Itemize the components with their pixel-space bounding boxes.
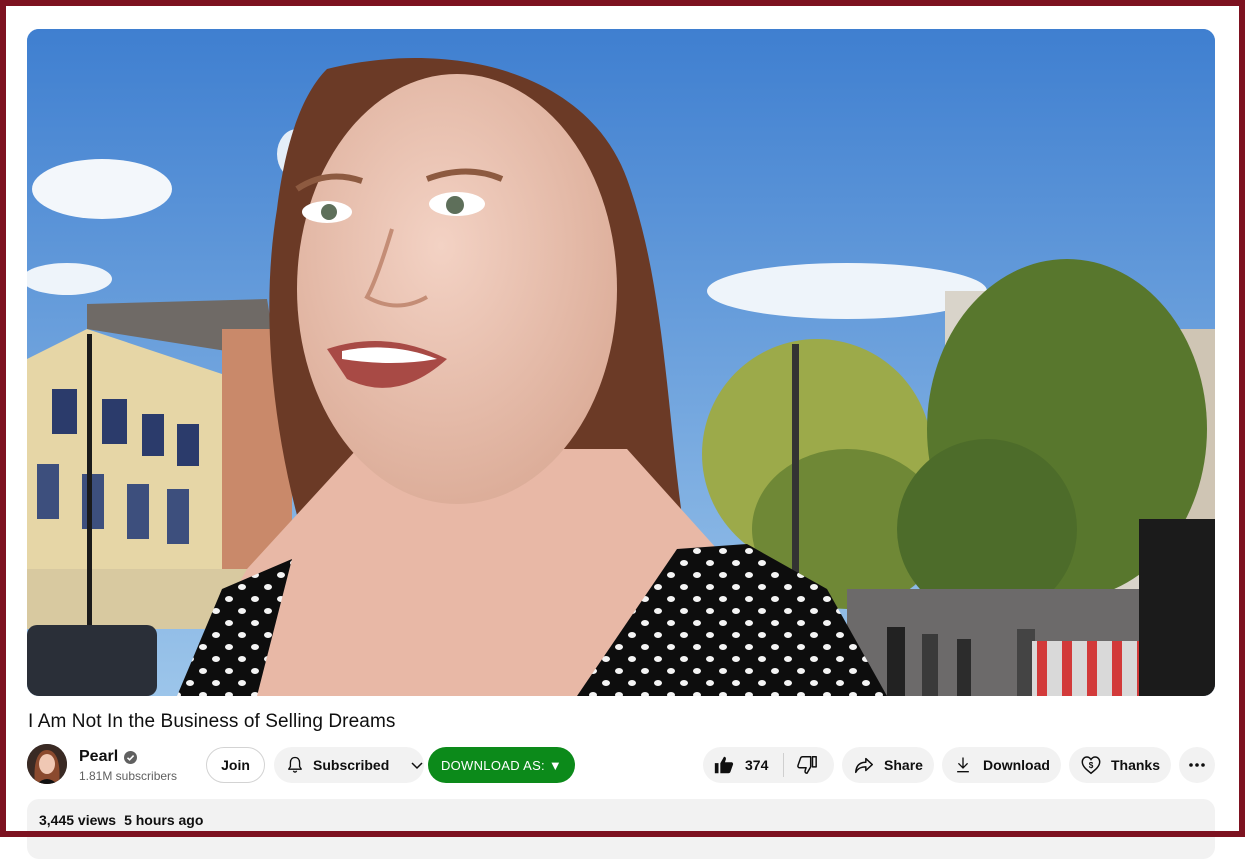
channel-name-row[interactable]: Pearl <box>79 748 138 766</box>
download-icon <box>953 755 973 775</box>
subscribed-label: Subscribed <box>313 757 390 773</box>
thanks-button[interactable]: $ Thanks <box>1069 747 1171 783</box>
bell-icon <box>285 755 305 775</box>
share-label: Share <box>884 757 923 773</box>
like-count[interactable]: 374 <box>745 757 768 773</box>
upload-time: 5 hours ago <box>124 812 204 828</box>
svg-text:$: $ <box>1089 761 1094 770</box>
share-button[interactable]: Share <box>842 747 934 783</box>
thumbs-down-icon[interactable] <box>796 754 818 776</box>
description-box[interactable] <box>27 799 1215 859</box>
video-title: I Am Not In the Business of Selling Drea… <box>28 711 396 732</box>
download-as-label: DOWNLOAD AS: ▼ <box>440 757 563 773</box>
subscriber-count: 1.81M subscribers <box>79 769 178 783</box>
chevron-down-icon <box>409 757 425 773</box>
download-button[interactable]: Download <box>942 747 1061 783</box>
verified-icon <box>124 750 138 764</box>
like-dislike-bar: 374 <box>703 747 834 783</box>
share-icon <box>853 754 875 776</box>
video-player[interactable] <box>27 29 1215 696</box>
subscribed-button[interactable]: Subscribed <box>274 747 424 783</box>
video-frame-image <box>27 29 1215 696</box>
channel-name[interactable]: Pearl <box>79 748 118 766</box>
download-label: Download <box>983 757 1050 773</box>
video-meta: 3,445 views 5 hours ago <box>39 812 203 828</box>
more-actions-button[interactable] <box>1179 747 1215 783</box>
thanks-icon: $ <box>1080 754 1102 776</box>
thumbs-up-icon[interactable] <box>713 754 735 776</box>
join-label: Join <box>221 757 250 773</box>
like-divider <box>783 753 785 777</box>
view-count: 3,445 views <box>39 812 117 828</box>
thanks-label: Thanks <box>1110 757 1160 773</box>
join-button[interactable]: Join <box>206 747 265 783</box>
download-as-button[interactable]: DOWNLOAD AS: ▼ <box>428 747 575 783</box>
channel-avatar[interactable] <box>27 744 67 784</box>
more-icon <box>1187 755 1207 775</box>
